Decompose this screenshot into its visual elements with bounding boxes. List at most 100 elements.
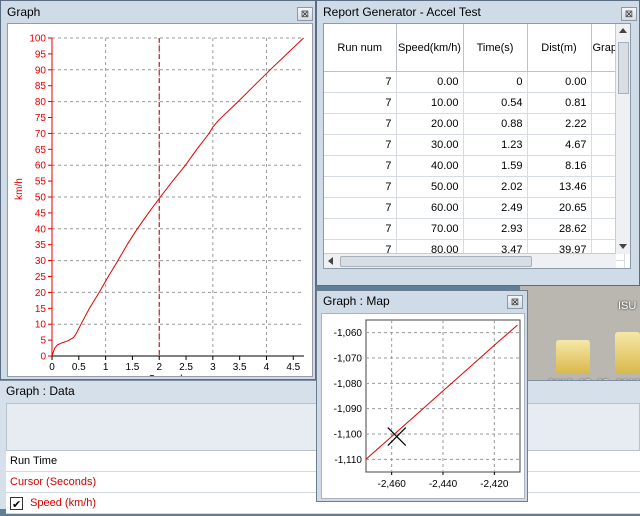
scroll-thumb[interactable] [618, 42, 629, 94]
table-cell[interactable]: 7 [324, 176, 397, 198]
close-button[interactable]: ⊠ [507, 295, 523, 309]
table-cell[interactable]: 7 [324, 197, 397, 219]
y-tick-label: 100 [29, 34, 46, 45]
table-cell[interactable]: 20.00 [396, 113, 464, 135]
table-cell[interactable]: 13.46 [527, 176, 592, 198]
speed-chart-svg: 0510152025303540455055606570758085909510… [14, 34, 304, 385]
table-cell[interactable]: 7 [324, 218, 397, 240]
window-title: Report Generator - Accel Test [323, 5, 481, 19]
table-row[interactable]: 7 30.00 1.23 4.67 [324, 134, 626, 156]
table-cell[interactable]: 20.65 [527, 197, 592, 219]
x-tick-label: -2,440 [429, 479, 458, 490]
table-cell[interactable]: 8.16 [527, 155, 592, 177]
scroll-down-icon[interactable] [619, 244, 627, 249]
x-tick-label: 4 [264, 362, 270, 373]
table-cell[interactable]: 7 [324, 92, 397, 114]
y-tick-label: 25 [35, 272, 47, 283]
y-tick-label: 15 [35, 304, 47, 315]
y-tick-label: 95 [35, 49, 47, 60]
y-tick-label: -1,080 [334, 379, 363, 390]
table-cell[interactable]: 2.22 [527, 113, 592, 135]
column-header-speed[interactable]: Speed(km/h) [396, 24, 464, 72]
table-cell[interactable]: 60.00 [396, 197, 464, 219]
table-cell[interactable]: 7 [324, 71, 397, 93]
y-tick-label: 60 [35, 161, 47, 172]
table-cell[interactable]: 2.02 [463, 176, 528, 198]
table-cell[interactable]: 40.00 [396, 155, 464, 177]
speed-time-chart[interactable]: 0 5 10 15 20 25 30 35 40 45 50 55 60 65 70 75 80 85 90 95 10… [7, 23, 313, 385]
table-cell[interactable]: 1.59 [463, 155, 528, 177]
map-chart[interactable]: -1,060 -1,070 -1,080 -1,090 -1,100 -1,110 -2,4… [321, 313, 525, 499]
y-tick-label: 45 [35, 208, 47, 219]
x-tick-label: 2 [156, 362, 162, 373]
y-tick-label: -1,100 [334, 430, 363, 441]
column-header-dist[interactable]: Dist(m) [527, 24, 592, 72]
table-row[interactable]: 7 20.00 0.88 2.22 [324, 113, 626, 135]
report-generator-window: Report Generator - Accel Test ⊠ Run num … [316, 0, 640, 286]
y-tick-label: -1,070 [334, 354, 363, 365]
y-tick-label: 75 [35, 113, 47, 124]
table-cell[interactable]: 2.49 [463, 197, 528, 219]
y-tick-label: 35 [35, 240, 47, 251]
row-label: Cursor (Seconds) [10, 476, 97, 488]
window-title: Graph : Map [323, 294, 390, 308]
table-cell[interactable]: 4.67 [527, 134, 592, 156]
table-row[interactable]: 7 70.00 2.93 28.62 [324, 218, 626, 240]
y-tick-label: -1,060 [334, 328, 363, 339]
table-row[interactable]: 7 60.00 2.49 20.65 [324, 197, 626, 219]
desktop-label: ISU [618, 300, 637, 312]
y-tick-label: 85 [35, 81, 47, 92]
table-row[interactable]: 7 40.00 1.59 8.16 [324, 155, 626, 177]
close-button[interactable]: ⊠ [297, 7, 313, 21]
table-cell[interactable]: 70.00 [396, 218, 464, 240]
y-tick-label: 40 [35, 224, 47, 235]
column-header-time[interactable]: Time(s) [463, 24, 528, 72]
table-cell[interactable]: 0.00 [396, 71, 464, 93]
y-axis-label: km/h [14, 178, 25, 200]
scroll-thumb[interactable] [340, 256, 532, 267]
column-header-run[interactable]: Run num [324, 24, 397, 72]
y-tick-label: 55 [35, 177, 47, 188]
table-cell[interactable]: 2.93 [463, 218, 528, 240]
horizontal-scrollbar[interactable] [324, 253, 616, 268]
x-tick-label: 1.5 [125, 362, 139, 373]
map-chart-svg: -1,060 -1,070 -1,080 -1,090 -1,100 -1,110 -2,4… [334, 319, 521, 490]
table-cell[interactable]: 50.00 [396, 176, 464, 198]
table-row[interactable]: 7 0.00 0 0.00 [324, 71, 626, 93]
table-cell[interactable]: 0 [463, 71, 528, 93]
y-tick-label: 50 [35, 193, 47, 204]
desktop-folder-icon-2[interactable] [615, 332, 640, 374]
table-cell[interactable]: 0.00 [527, 71, 592, 93]
table-cell[interactable]: 7 [324, 113, 397, 135]
table-cell[interactable]: 1.23 [463, 134, 528, 156]
table-cell[interactable]: 0.54 [463, 92, 528, 114]
report-table: Run num Speed(km/h) Time(s) Dist(m) Grap… [323, 23, 631, 269]
x-tick-label: -2,420 [480, 479, 509, 490]
x-tick-label: 2.5 [179, 362, 193, 373]
y-tick-label: 5 [40, 336, 46, 347]
x-tick-label: 3 [210, 362, 216, 373]
table-cell[interactable]: 7 [324, 134, 397, 156]
table-cell[interactable]: 30.00 [396, 134, 464, 156]
row-label: Speed (km/h) [30, 497, 97, 509]
table-cell[interactable]: 28.62 [527, 218, 592, 240]
scroll-up-icon[interactable] [619, 28, 627, 33]
table-row[interactable]: 7 10.00 0.54 0.81 [324, 92, 626, 114]
table-row[interactable]: 7 50.00 2.02 13.46 [324, 176, 626, 198]
window-title: Graph [7, 5, 41, 19]
row-label: Run Time [10, 455, 58, 467]
y-tick-label: -1,110 [334, 455, 362, 466]
table-cell[interactable]: 0.88 [463, 113, 528, 135]
x-tick-label: 0 [49, 362, 55, 373]
y-tick-label: 65 [35, 145, 47, 156]
y-tick-label: 30 [35, 256, 47, 267]
table-cell[interactable]: 0.81 [527, 92, 592, 114]
vertical-scrollbar[interactable] [615, 24, 630, 254]
x-tick-label: 3.5 [233, 362, 247, 373]
close-button[interactable]: ⊠ [621, 7, 637, 21]
scroll-left-icon[interactable] [328, 257, 333, 265]
desktop-folder-icon[interactable] [556, 340, 590, 374]
table-cell[interactable]: 7 [324, 155, 397, 177]
table-cell[interactable]: 10.00 [396, 92, 464, 114]
checkmark-icon: ✔ [12, 498, 22, 511]
